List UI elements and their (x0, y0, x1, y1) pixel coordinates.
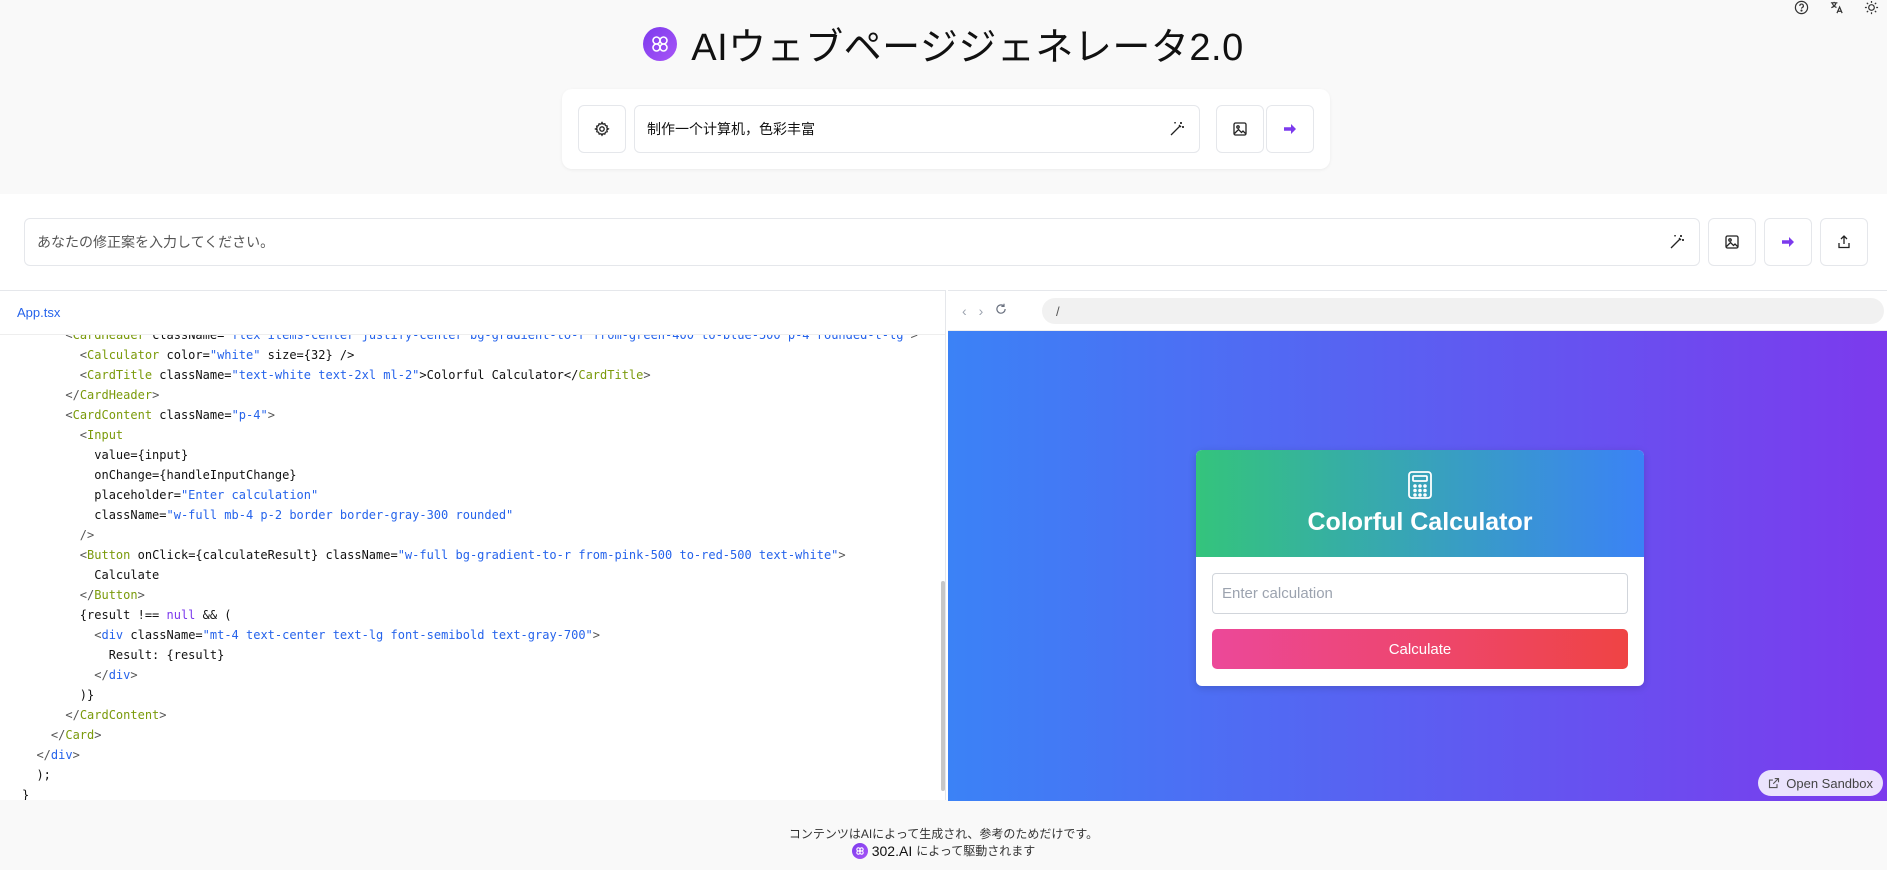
image-icon (1233, 122, 1247, 136)
code-line: value={input} (22, 448, 189, 462)
code-line: <Input (79, 428, 124, 442)
magic-wand-icon[interactable] (1669, 234, 1685, 253)
share-icon (1838, 235, 1850, 249)
code-line: </Button> (79, 588, 145, 602)
url-bar[interactable]: / (1042, 298, 1884, 324)
calculator-icon (1408, 471, 1432, 499)
code-editor: App.tsx <CardHeader className="flex item… (0, 290, 946, 800)
powered-by-text: によって駆動されます (916, 844, 1036, 858)
code-line: Result: {result} (22, 648, 225, 662)
code-line: <div className="mt-4 text-center text-lg… (94, 628, 601, 642)
footer-disclaimer: コンテンツはAIによって生成され、参考のためだけです。 (788, 827, 1099, 841)
arrow-right-icon (1782, 237, 1794, 247)
theme-icon[interactable] (1864, 0, 1879, 15)
settings-button[interactable] (578, 105, 626, 153)
file-tab-label: App.tsx (17, 305, 61, 320)
code-line: <CardContent className="p-4"> (65, 408, 275, 422)
arrow-right-icon (1284, 124, 1296, 134)
code-scrollbar[interactable] (941, 581, 945, 791)
page-title: AIウェブページジェネレータ2.0 (691, 27, 1244, 69)
open-sandbox-button[interactable]: Open Sandbox (1758, 770, 1883, 796)
calculation-input[interactable]: Enter calculation (1212, 573, 1628, 614)
calculator-card-header: Colorful Calculator (1196, 450, 1644, 557)
code-line: <CardHeader className="flex items-center… (65, 335, 918, 342)
brand-link[interactable]: 302.AI (872, 843, 912, 859)
file-tab[interactable]: App.tsx (0, 291, 945, 335)
prompt-card: 制作一个计算机，色彩丰富 (562, 89, 1330, 169)
code-body[interactable]: <CardHeader className="flex items-center… (0, 335, 940, 800)
code-line: <CardTitle className="text-white text-2x… (79, 368, 651, 382)
modification-input[interactable]: あなたの修正案を入力してください。 (24, 218, 1700, 266)
modify-image-button[interactable] (1708, 218, 1756, 266)
preview-pane: ‹ › / Colorful Calculator Enter calculat… (948, 290, 1887, 801)
header: AIウェブページジェネレータ2.0 (0, 16, 1887, 71)
gear-icon (594, 121, 610, 137)
calculator-title: Colorful Calculator (1307, 508, 1533, 536)
code-line: /> (22, 528, 95, 542)
code-line: } (22, 788, 30, 800)
workspace: あなたの修正案を入力してください。 App.tsx <CardHeader cl… (0, 194, 1887, 801)
image-icon (1725, 235, 1739, 249)
top-toolbar (1794, 0, 1879, 14)
modify-submit-button[interactable] (1764, 218, 1812, 266)
preview-viewport: Colorful Calculator Enter calculation Ca… (948, 331, 1887, 801)
brand-logo-icon (851, 842, 868, 859)
url-text: / (1056, 303, 1060, 319)
code-line: </CardContent> (65, 708, 167, 722)
image-upload-button[interactable] (1216, 105, 1264, 153)
code-line: {result !== null && ( (22, 608, 232, 622)
forward-icon[interactable]: › (979, 303, 984, 319)
help-icon[interactable] (1794, 0, 1809, 15)
translate-icon[interactable] (1829, 0, 1844, 15)
app-logo-icon (643, 26, 678, 61)
magic-wand-icon[interactable] (1169, 121, 1185, 140)
back-icon[interactable]: ‹ (962, 303, 967, 319)
code-line: <Button onClick={calculateResult} classN… (79, 548, 846, 562)
code-line: </CardHeader> (65, 388, 160, 402)
external-link-icon (1769, 777, 1780, 789)
prompt-input-text: 制作一个计算机，色彩丰富 (647, 121, 815, 137)
calculate-button[interactable]: Calculate (1212, 629, 1628, 669)
calculator-card: Colorful Calculator Enter calculation Ca… (1196, 450, 1644, 686)
generate-button[interactable] (1266, 105, 1314, 153)
share-button[interactable] (1820, 218, 1868, 266)
calculate-button-label: Calculate (1388, 640, 1452, 658)
browser-bar: ‹ › / (948, 291, 1887, 331)
code-line: </Card> (50, 728, 102, 742)
code-line: </div> (94, 668, 138, 682)
modification-placeholder: あなたの修正案を入力してください。 (37, 234, 275, 250)
open-sandbox-label: Open Sandbox (1786, 775, 1873, 791)
calculation-placeholder: Enter calculation (1222, 585, 1333, 602)
code-line: )} (22, 688, 95, 702)
code-line: Calculate (22, 568, 160, 582)
code-line: </div> (36, 748, 80, 762)
code-line: ); (22, 768, 51, 782)
code-line: placeholder="Enter calculation" (22, 488, 319, 502)
prompt-input[interactable]: 制作一个计算机，色彩丰富 (634, 105, 1200, 153)
code-line: className="w-full mb-4 p-2 border border… (22, 508, 514, 522)
refresh-icon[interactable] (995, 302, 1007, 320)
code-line: <Calculator color="white" size={32} /> (79, 348, 355, 362)
footer-powered-by: 302.AI によって駆動されます (0, 842, 1887, 859)
code-line: onChange={handleInputChange} (22, 468, 297, 482)
